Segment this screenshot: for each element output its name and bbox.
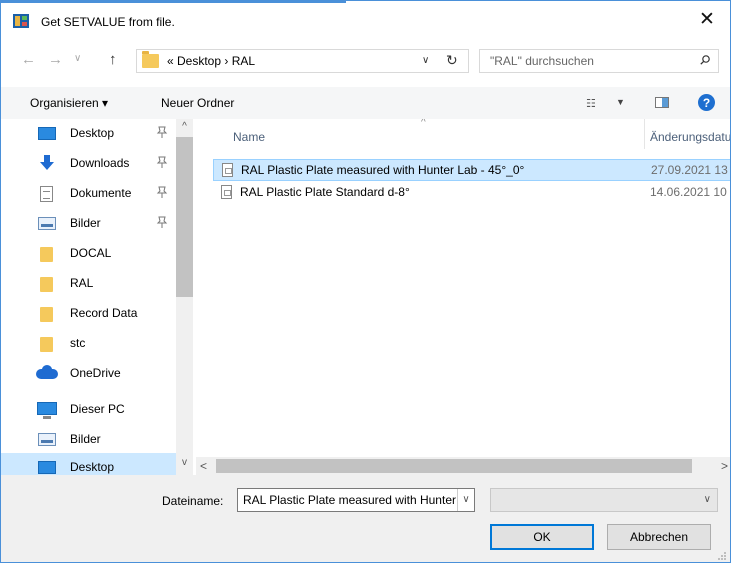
sidebar-item-label: RAL: [70, 276, 94, 290]
window-title: Get SETVALUE from file.: [41, 15, 175, 29]
preview-pane-icon[interactable]: [655, 97, 669, 108]
search-icon[interactable]: [700, 55, 710, 65]
pin-icon[interactable]: [156, 185, 168, 199]
file-date: 27.09.2021 13: [651, 163, 728, 177]
sidebar-item-label: Dokumente: [70, 186, 132, 200]
column-divider[interactable]: [644, 119, 645, 149]
app-icon: [13, 14, 29, 28]
sidebar-item-label: OneDrive: [70, 366, 121, 380]
pictures-icon: [38, 217, 56, 230]
navigation-bar: ← → ∨ ↑ « Desktop › RAL ∨ ↻ "RAL" durchs…: [1, 45, 730, 79]
pin-icon[interactable]: [156, 215, 168, 229]
refresh-icon[interactable]: ↻: [446, 52, 458, 69]
folder-icon: [142, 51, 159, 68]
desktop-icon: [38, 127, 56, 140]
sidebar-item-record-data[interactable]: Record Data: [1, 299, 176, 329]
address-dropdown-icon[interactable]: ∨: [422, 55, 429, 66]
sidebar-item-label: Downloads: [70, 156, 130, 170]
folder-icon: [40, 337, 53, 352]
breadcrumb[interactable]: « Desktop › RAL: [167, 54, 255, 68]
filetype-select[interactable]: ∨: [490, 488, 718, 512]
sidebar-item-documents[interactable]: Dokumente: [1, 179, 176, 209]
organize-menu[interactable]: Organisieren ▾: [30, 96, 108, 110]
scrollbar-thumb[interactable]: [176, 137, 193, 297]
sidebar-item-label: Bilder: [70, 432, 101, 446]
sidebar-item-label: Dieser PC: [70, 402, 125, 416]
sidebar-item-onedrive[interactable]: OneDrive: [1, 359, 176, 389]
sidebar-item-label: Desktop: [70, 126, 115, 140]
pc-icon: [37, 402, 57, 419]
sidebar-item-label: stc: [70, 336, 86, 350]
file-list: ^ Name Änderungsdatum RAL Plastic Plate …: [196, 119, 730, 457]
search-placeholder: "RAL" durchsuchen: [490, 54, 594, 68]
file-icon: [222, 163, 233, 177]
forward-arrow-icon[interactable]: →: [48, 51, 63, 68]
help-icon[interactable]: ?: [698, 94, 715, 111]
sidebar-item-docal[interactable]: DOCAL: [1, 239, 176, 269]
view-options-icon[interactable]: ☷: [586, 97, 596, 110]
search-input[interactable]: "RAL" durchsuchen: [479, 49, 719, 73]
recent-locations-chevron-icon[interactable]: ∨: [74, 53, 81, 64]
scroll-down-icon[interactable]: v: [176, 457, 193, 468]
navigation-pane: Desktop Downloads Dokumente Bilder DOCAL: [1, 119, 196, 475]
sidebar-item-label: Record Data: [70, 306, 138, 320]
folder-icon: [40, 277, 53, 292]
cancel-button[interactable]: Abbrechen: [607, 524, 711, 550]
column-header-name[interactable]: Name: [233, 130, 265, 144]
file-date: 14.06.2021 10: [650, 185, 727, 199]
document-icon: [40, 186, 53, 202]
scrollbar-thumb[interactable]: [216, 459, 692, 473]
command-bar: Organisieren ▾ Neuer Ordner ☷ ▼ ?: [1, 87, 730, 119]
sidebar-item-this-pc[interactable]: Dieser PC: [1, 395, 176, 425]
scroll-left-icon[interactable]: <: [200, 459, 207, 473]
address-bar[interactable]: « Desktop › RAL ∨ ↻: [136, 49, 469, 73]
navigation-scrollbar[interactable]: ^ v: [176, 119, 193, 475]
file-name: RAL Plastic Plate measured with Hunter L…: [241, 163, 525, 177]
horizontal-scrollbar[interactable]: < >: [196, 457, 730, 475]
dialog-footer: Dateiname: RAL Plastic Plate measured wi…: [1, 475, 730, 562]
sidebar-item-desktop[interactable]: Desktop: [1, 119, 176, 149]
file-row[interactable]: RAL Plastic Plate measured with Hunter L…: [213, 159, 730, 181]
close-button[interactable]: ✕: [684, 3, 730, 35]
pictures-icon: [38, 433, 56, 446]
sidebar-item-label: DOCAL: [70, 246, 112, 260]
scroll-right-icon[interactable]: >: [721, 459, 728, 473]
file-open-dialog: Get SETVALUE from file. ✕ ← → ∨ ↑ « Desk…: [0, 0, 731, 563]
new-folder-button[interactable]: Neuer Ordner: [161, 96, 234, 110]
sort-indicator-icon: ^: [421, 119, 426, 128]
up-arrow-icon[interactable]: ↑: [109, 51, 117, 68]
view-dropdown-icon[interactable]: ▼: [616, 97, 625, 107]
file-icon: [221, 185, 232, 199]
chevron-down-icon[interactable]: ∨: [704, 494, 711, 505]
back-arrow-icon[interactable]: ←: [21, 51, 36, 68]
filename-label: Dateiname:: [162, 494, 224, 508]
folder-icon: [40, 307, 53, 322]
ok-button[interactable]: OK: [490, 524, 594, 550]
title-bar: Get SETVALUE from file. ✕: [1, 3, 730, 35]
folder-icon: [40, 247, 53, 262]
sidebar-item-stc[interactable]: stc: [1, 329, 176, 359]
resize-grip-icon[interactable]: [717, 551, 727, 561]
column-header-date[interactable]: Änderungsdatum: [650, 130, 730, 144]
download-icon: [40, 155, 54, 170]
filename-dropdown-icon[interactable]: ∨: [457, 489, 474, 511]
filename-value[interactable]: RAL Plastic Plate measured with Hunter L…: [243, 493, 474, 507]
sidebar-item-pc-pictures[interactable]: Bilder: [1, 425, 176, 455]
pin-icon[interactable]: [156, 155, 168, 169]
file-row[interactable]: RAL Plastic Plate Standard d-8° 14.06.20…: [213, 182, 730, 204]
sidebar-item-pc-desktop[interactable]: Desktop: [1, 453, 176, 475]
file-name: RAL Plastic Plate Standard d-8°: [240, 185, 410, 199]
onedrive-icon: [36, 365, 58, 379]
sidebar-item-downloads[interactable]: Downloads: [1, 149, 176, 179]
close-icon: ✕: [699, 8, 715, 30]
desktop-icon: [38, 461, 56, 474]
sidebar-item-ral[interactable]: RAL: [1, 269, 176, 299]
sidebar-item-pictures[interactable]: Bilder: [1, 209, 176, 239]
column-header-row: ^ Name Änderungsdatum: [196, 119, 730, 149]
sidebar-item-label: Bilder: [70, 216, 101, 230]
sidebar-item-label: Desktop: [70, 460, 115, 474]
pin-icon[interactable]: [156, 125, 168, 139]
scroll-up-icon[interactable]: ^: [176, 121, 193, 132]
filename-input[interactable]: RAL Plastic Plate measured with Hunter L…: [237, 488, 475, 512]
